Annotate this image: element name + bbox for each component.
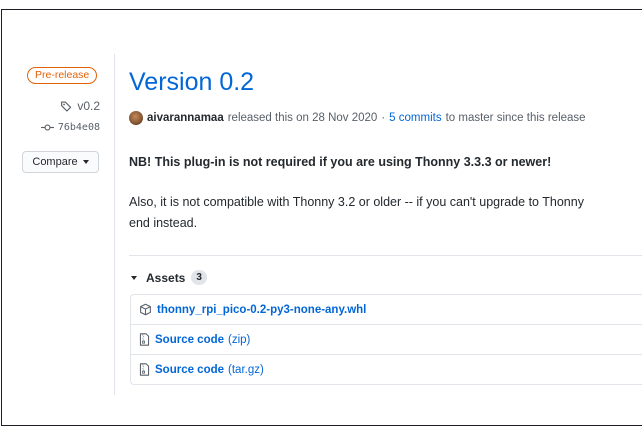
release-panel: Pre-release v0.2 76b4e08 Compare Version… <box>1 9 642 426</box>
assets-toggle[interactable]: Assets 3 <box>131 270 207 285</box>
author-link[interactable]: aivarannamaa <box>147 112 224 124</box>
compare-label: Compare <box>32 156 78 168</box>
tag-icon <box>61 100 72 112</box>
release-title[interactable]: Version 0.2 <box>129 68 254 97</box>
release-body: Also, it is not compatible with Thonny 3… <box>129 192 642 234</box>
triangle-down-icon <box>131 275 137 280</box>
release-meta: aivarannamaa released this on 28 Nov 202… <box>129 111 586 125</box>
release-body-line: end instead. <box>129 216 198 230</box>
asset-name[interactable]: thonny_rpi_pico-0.2-py3-none-any.whl <box>157 304 366 316</box>
asset-format[interactable]: (tar.gz) <box>228 364 264 376</box>
commit-sha: 76b4e08 <box>57 122 100 133</box>
file-zip-icon <box>139 363 150 376</box>
package-icon <box>140 303 151 316</box>
meta-separator: · <box>381 112 386 124</box>
compare-button[interactable]: Compare <box>22 151 99 173</box>
asset-row[interactable]: Source code (zip) <box>131 324 642 354</box>
assets-heading: Assets <box>146 270 186 285</box>
asset-row[interactable]: Source code (tar.gz) <box>131 354 642 384</box>
file-zip-icon <box>139 333 150 346</box>
asset-format[interactable]: (zip) <box>228 334 250 346</box>
release-sidebar: Pre-release v0.2 76b4e08 Compare <box>2 10 114 395</box>
released-text: released this on 28 Nov 2020 <box>227 112 378 124</box>
commit-link[interactable]: 76b4e08 <box>40 122 100 133</box>
commits-suffix: to master since this release <box>445 112 586 124</box>
avatar[interactable] <box>129 111 143 125</box>
assets-count-badge: 3 <box>191 270 207 285</box>
tag-label: v0.2 <box>77 99 100 113</box>
asset-name[interactable]: Source code <box>155 364 224 376</box>
tag-link[interactable]: v0.2 <box>60 99 100 113</box>
chevron-down-icon <box>82 160 89 164</box>
commits-link[interactable]: 5 commits <box>389 112 441 124</box>
release-note-heading: NB! This plug-in is not required if you … <box>129 155 552 169</box>
assets-list: thonny_rpi_pico-0.2-py3-none-any.whl Sou… <box>130 294 642 385</box>
asset-row[interactable]: thonny_rpi_pico-0.2-py3-none-any.whl <box>131 295 642 324</box>
asset-name[interactable]: Source code <box>155 334 224 346</box>
sidebar-divider <box>114 54 115 395</box>
release-body-line: Also, it is not compatible with Thonny 3… <box>129 195 584 209</box>
git-commit-icon <box>40 124 54 131</box>
section-divider <box>129 255 642 256</box>
prerelease-badge: Pre-release <box>27 67 98 84</box>
